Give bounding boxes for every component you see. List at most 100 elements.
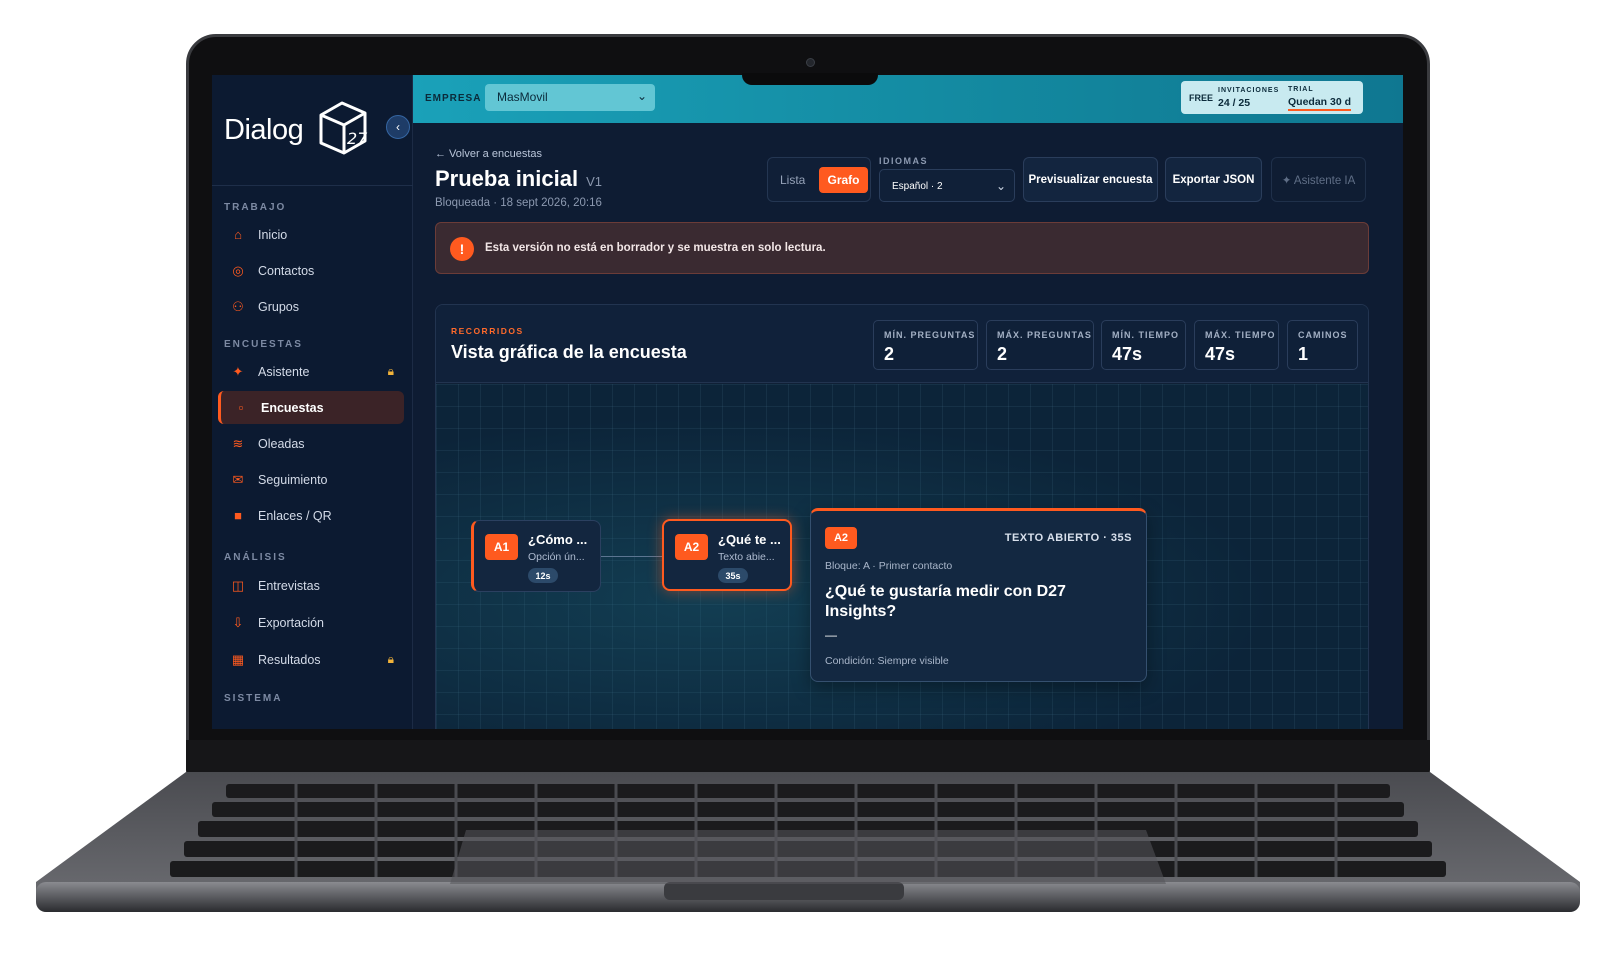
- stat-max-time: MÁX. TIEMPO 47s: [1194, 320, 1279, 370]
- panel-title: Vista gráfica de la encuesta: [451, 342, 687, 362]
- download-icon: ⇩: [232, 614, 244, 630]
- square-icon: ▫: [238, 400, 244, 415]
- survey-status: Bloqueada · 18 sept 2026, 20:16: [435, 197, 602, 209]
- sidebar-item-enlaces-qr[interactable]: ■ Enlaces / QR: [218, 499, 404, 532]
- node-question: ¿Qué te ...: [718, 532, 781, 547]
- sidebar-item-exportacion[interactable]: ⇩ Exportación: [218, 606, 404, 639]
- users-icon: ⚇: [232, 298, 244, 314]
- sidebar-item-label: Seguimiento: [258, 472, 328, 487]
- waves-icon: ≋: [232, 435, 244, 451]
- section-sistema: SISTEMA: [224, 693, 283, 704]
- sidebar-item-oleadas[interactable]: ≋ Oleadas: [218, 427, 404, 460]
- panel-kicker: RECORRIDOS: [451, 326, 524, 336]
- main-content: ← Volver a encuestas Prueba inicial V1 Bl…: [413, 123, 1403, 729]
- node-time: 35s: [718, 568, 748, 583]
- invites-value: 24 / 25: [1218, 97, 1251, 109]
- sidebar-item-encuestas[interactable]: ▫ Encuestas: [218, 391, 404, 424]
- plan-badge: FREE INVITACIONES 24 / 25 TRIAL Quedan 3…: [1181, 81, 1363, 114]
- node-type: Texto abie...: [718, 551, 775, 563]
- stat-label: MÁX. TIEMPO: [1205, 330, 1276, 340]
- company-select[interactable]: MasMovil ⌄: [485, 84, 655, 111]
- sidebar-divider: [212, 185, 413, 186]
- section-analisis: ANÁLISIS: [224, 552, 287, 563]
- sidebar-item-label: Contactos: [258, 263, 315, 278]
- sidebar-item-contactos[interactable]: ◎ Contactos: [218, 254, 404, 287]
- chevron-down-icon: ⌄: [995, 179, 1006, 193]
- graph-node-a1[interactable]: A1 ¿Cómo ... Opción ún... 12s: [471, 520, 601, 592]
- sidebar-item-label: Enlaces / QR: [258, 508, 332, 523]
- svg-text:27: 27: [347, 129, 368, 148]
- detail-block: Bloque: A · Primer contacto: [825, 560, 953, 572]
- columns-icon: ◫: [231, 577, 245, 593]
- stat-min-questions: MÍN. PREGUNTAS 2: [873, 320, 978, 370]
- page-title: Prueba inicial V1: [435, 166, 602, 192]
- trial-value: Quedan 30 d: [1288, 96, 1352, 111]
- version-label: V1: [586, 174, 602, 189]
- sidebar-item-label: Grupos: [258, 299, 299, 314]
- sidebar-item-asistente[interactable]: ✦ Asistente 🔒︎: [218, 355, 404, 388]
- alert-text: Esta versión no está en borrador y se mu…: [485, 242, 826, 254]
- stat-value: 47s: [1112, 344, 1143, 364]
- stat-label: MÁX. PREGUNTAS: [997, 330, 1092, 340]
- plan-name: FREE: [1189, 93, 1214, 103]
- stat-label: MÍN. TIEMPO: [1112, 330, 1179, 340]
- topbar: EMPRESA MasMovil ⌄ FREE INVITACIONES 24 …: [413, 75, 1403, 123]
- brand-logo[interactable]: Dialog 27: [224, 97, 373, 164]
- detail-question-type: TEXTO ABIERTO · 35S: [1004, 532, 1132, 544]
- node-type: Opción ún...: [528, 551, 585, 563]
- target-icon: ◎: [232, 262, 244, 278]
- export-json-button[interactable]: Exportar JSON: [1165, 157, 1262, 202]
- sidebar-item-label: Exportación: [258, 615, 325, 630]
- node-time: 12s: [528, 568, 558, 583]
- company-value: MasMovil: [497, 90, 548, 104]
- sidebar-item-label: Oleadas: [258, 436, 305, 451]
- sidebar-item-grupos[interactable]: ⚇ Grupos: [218, 290, 404, 323]
- home-icon: ⌂: [234, 227, 242, 242]
- stat-value: 2: [997, 344, 1008, 364]
- node-id-badge: A2: [675, 534, 708, 560]
- sidebar-item-seguimiento[interactable]: ✉ Seguimiento: [218, 463, 404, 496]
- sidebar: Dialog 27 TRABAJO ⌂ Inicio ◎ Contactos ⚇…: [212, 75, 413, 729]
- sidebar-collapse-button[interactable]: ‹: [386, 115, 410, 139]
- sidebar-item-inicio[interactable]: ⌂ Inicio: [218, 218, 404, 251]
- tab-lista[interactable]: Lista: [780, 173, 805, 187]
- language-select[interactable]: Español · 2 ⌄: [879, 169, 1015, 202]
- sidebar-item-resultados[interactable]: ▦ Resultados 🔒︎: [218, 643, 404, 676]
- qr-icon: ■: [234, 508, 242, 523]
- question-detail-card: A2 TEXTO ABIERTO · 35S Bloque: A · Prime…: [810, 508, 1147, 682]
- chevron-down-icon: ⌄: [636, 89, 647, 103]
- graph-panel: RECORRIDOS Vista gráfica de la encuesta …: [435, 304, 1369, 729]
- detail-condition: Condición: Siempre visible: [825, 655, 949, 667]
- lock-icon: 🔒︎: [387, 364, 394, 378]
- graph-canvas[interactable]: A1 ¿Cómo ... Opción ún... 12s A2 ¿Qué te…: [436, 384, 1368, 729]
- laptop-keyboard-base: [36, 772, 1580, 947]
- sidebar-item-label: Entrevistas: [258, 578, 320, 593]
- sidebar-item-label: Asistente: [258, 364, 310, 379]
- graph-node-a2[interactable]: A2 ¿Qué te ... Texto abie... 35s: [662, 519, 792, 591]
- tab-grafo[interactable]: Grafo: [819, 167, 868, 193]
- sidebar-item-label: Encuestas: [261, 400, 324, 415]
- back-link[interactable]: ← Volver a encuestas: [435, 148, 542, 160]
- panel-header: RECORRIDOS Vista gráfica de la encuesta …: [436, 305, 1368, 383]
- language-value: Español · 2: [892, 181, 943, 192]
- sidebar-item-label: Resultados: [258, 652, 321, 667]
- stat-min-time: MÍN. TIEMPO 47s: [1101, 320, 1186, 370]
- preview-survey-button[interactable]: Previsualizar encuesta: [1023, 157, 1158, 202]
- detail-question: ¿Qué te gustaría medir con D27 Insights?: [825, 583, 1066, 620]
- detail-id-badge: A2: [825, 527, 857, 549]
- chevron-left-icon: ‹: [396, 120, 400, 134]
- stat-value: 1: [1298, 344, 1309, 364]
- brand-name: Dialog: [224, 114, 304, 146]
- company-label: EMPRESA: [425, 93, 482, 104]
- sidebar-item-label: Inicio: [258, 227, 288, 242]
- warning-icon: !: [450, 237, 474, 261]
- section-trabajo: TRABAJO: [224, 202, 287, 213]
- node-question: ¿Cómo ...: [528, 532, 588, 547]
- ai-assistant-button[interactable]: ✦ Asistente IA: [1271, 157, 1366, 202]
- stat-value: 2: [884, 344, 895, 364]
- stat-label: MÍN. PREGUNTAS: [884, 330, 976, 340]
- node-id-badge: A1: [485, 534, 518, 560]
- sidebar-item-entrevistas[interactable]: ◫ Entrevistas: [218, 569, 404, 602]
- detail-dash: —: [825, 628, 837, 642]
- section-encuestas: ENCUESTAS: [224, 339, 303, 350]
